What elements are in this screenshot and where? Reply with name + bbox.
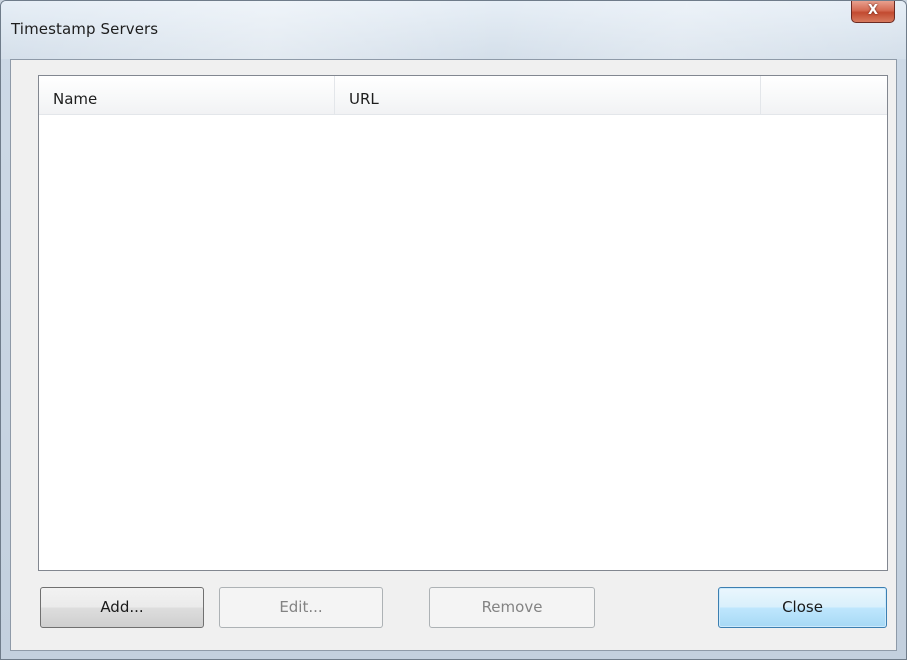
column-header-name[interactable]: Name [39, 76, 335, 114]
servers-list[interactable]: Name URL [38, 75, 888, 571]
window-close-button[interactable]: X [851, 1, 895, 23]
add-button[interactable]: Add... [40, 587, 204, 628]
column-header-filler [761, 76, 887, 114]
edit-button[interactable]: Edit... [219, 587, 383, 628]
remove-button[interactable]: Remove [429, 587, 595, 628]
list-body[interactable] [39, 115, 887, 570]
close-icon: X [867, 3, 879, 18]
column-header-url[interactable]: URL [335, 76, 761, 114]
dialog-client-area: Name URL Add... Edit... Remove Close [10, 59, 897, 651]
timestamp-servers-dialog: Timestamp Servers X Name URL Add... Edit… [0, 0, 907, 660]
window-title: Timestamp Servers [11, 20, 159, 38]
title-bar[interactable]: Timestamp Servers X [1, 1, 906, 59]
close-button[interactable]: Close [718, 587, 887, 628]
list-header: Name URL [39, 76, 887, 115]
